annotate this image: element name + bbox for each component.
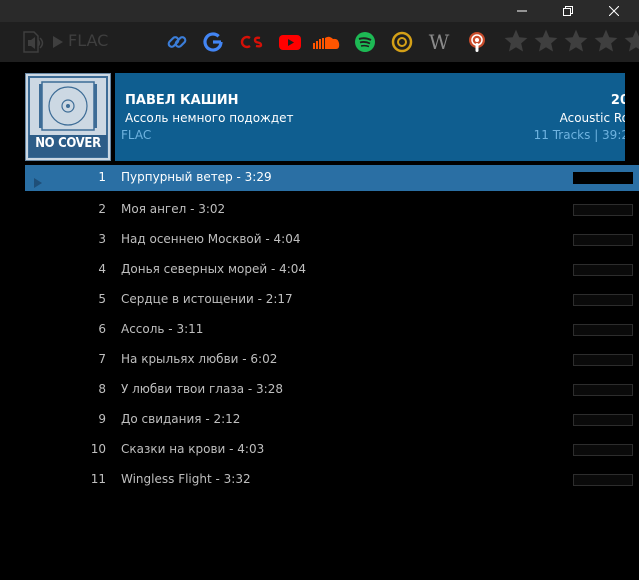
track-number: 2 bbox=[98, 202, 106, 216]
track-row[interactable]: 2 Моя ангел - 3:02 bbox=[25, 195, 639, 225]
play-icon bbox=[53, 36, 63, 48]
track-row[interactable]: 6 Ассоль - 3:11 bbox=[25, 315, 639, 345]
track-rating-bar[interactable] bbox=[573, 444, 633, 456]
album-info-clip: ПАВЕЛ КАШИН Ассоль немного подождет FLAC… bbox=[25, 73, 625, 161]
wikipedia-button[interactable]: W bbox=[424, 28, 452, 56]
star-icon[interactable] bbox=[593, 28, 619, 54]
track-title: Сказки на крови - 4:03 bbox=[121, 442, 265, 456]
artist-name: ПАВЕЛ КАШИН bbox=[125, 93, 239, 108]
soundcloud-button[interactable] bbox=[312, 28, 340, 56]
track-rating-bar[interactable] bbox=[573, 172, 633, 184]
track-rating-bar[interactable] bbox=[573, 414, 633, 426]
lastfm-icon bbox=[240, 35, 263, 49]
track-rating-bar[interactable] bbox=[573, 384, 633, 396]
track-number: 7 bbox=[98, 352, 106, 366]
track-number: 11 bbox=[90, 472, 106, 486]
track-row[interactable]: 9 До свидания - 2:12 bbox=[25, 405, 639, 435]
track-number: 9 bbox=[98, 412, 106, 426]
track-number: 5 bbox=[98, 292, 106, 306]
close-button[interactable] bbox=[591, 0, 637, 22]
track-row[interactable]: 10 Сказки на крови - 4:03 bbox=[25, 435, 639, 465]
track-number: 6 bbox=[98, 322, 106, 336]
track-row[interactable]: 8 У любви твои глаза - 3:28 bbox=[25, 375, 639, 405]
track-row[interactable]: 3 Над осеннею Москвой - 4:04 bbox=[25, 225, 639, 255]
close-icon bbox=[609, 6, 619, 16]
track-title: До свидания - 2:12 bbox=[121, 412, 241, 426]
track-title: Пурпурный ветер - 3:29 bbox=[121, 170, 272, 184]
star-icon[interactable] bbox=[623, 28, 639, 54]
wikipedia-icon: W bbox=[429, 30, 450, 54]
track-title: Донья северных морей - 4:04 bbox=[121, 262, 307, 276]
track-row[interactable]: 4 Донья северных морей - 4:04 bbox=[25, 255, 639, 285]
link-icon bbox=[167, 36, 187, 48]
google-icon bbox=[203, 32, 223, 52]
star-icon[interactable] bbox=[503, 28, 529, 54]
track-row[interactable]: 1 Пурпурный ветер - 3:29 bbox=[25, 165, 639, 191]
podcast-button[interactable] bbox=[463, 28, 491, 56]
track-rating-bar[interactable] bbox=[573, 204, 633, 216]
track-number: 1 bbox=[98, 170, 106, 184]
discogs-icon bbox=[391, 31, 413, 53]
soundcloud-icon bbox=[313, 36, 340, 49]
track-rating-bar[interactable] bbox=[573, 234, 633, 246]
track-title: На крыльях любви - 6:02 bbox=[121, 352, 278, 366]
track-title: Ассоль - 3:11 bbox=[121, 322, 204, 336]
track-number: 4 bbox=[98, 262, 106, 276]
track-rating-bar[interactable] bbox=[573, 294, 633, 306]
spotify-icon bbox=[355, 32, 375, 52]
track-rating-bar[interactable] bbox=[573, 474, 633, 486]
track-row[interactable]: 5 Сердце в истощении - 2:17 bbox=[25, 285, 639, 315]
track-title: У любви твои глаза - 3:28 bbox=[121, 382, 283, 396]
track-number: 10 bbox=[90, 442, 106, 456]
track-number: 8 bbox=[98, 382, 106, 396]
track-title: Моя ангел - 3:02 bbox=[121, 202, 226, 216]
podcast-icon bbox=[469, 32, 485, 52]
restore-icon bbox=[563, 6, 573, 16]
toolbar: FLAC W bbox=[0, 22, 639, 62]
spotify-button[interactable] bbox=[351, 28, 379, 56]
track-title: Сердце в истощении - 2:17 bbox=[121, 292, 293, 306]
svg-text:W: W bbox=[429, 30, 450, 54]
track-row[interactable]: 11 Wingless Flight - 3:32 bbox=[25, 465, 639, 495]
link-button[interactable] bbox=[163, 28, 191, 56]
album-title: Ассоль немного подождет bbox=[125, 111, 294, 125]
track-rating-bar[interactable] bbox=[573, 354, 633, 366]
format-label: FLAC bbox=[68, 31, 109, 50]
track-row[interactable]: 7 На крыльях любви - 6:02 bbox=[25, 345, 639, 375]
track-rating-bar[interactable] bbox=[573, 264, 633, 276]
star-icon[interactable] bbox=[563, 28, 589, 54]
youtube-button[interactable] bbox=[276, 28, 304, 56]
star-icon[interactable] bbox=[533, 28, 559, 54]
discogs-button[interactable] bbox=[388, 28, 416, 56]
track-title: Над осеннею Москвой - 4:04 bbox=[121, 232, 301, 246]
title-bar bbox=[0, 0, 639, 22]
album-tracks-info: 11 Tracks | 39:2 bbox=[533, 128, 625, 142]
track-list: 1 Пурпурный ветер - 3:29 2 Моя ангел - 3:02… bbox=[25, 163, 639, 495]
youtube-icon bbox=[279, 35, 301, 50]
track-rating-bar[interactable] bbox=[573, 324, 633, 336]
album-info: ПАВЕЛ КАШИН Ассоль немного подождет FLAC… bbox=[115, 73, 625, 161]
google-button[interactable] bbox=[199, 28, 227, 56]
album-year: 20 bbox=[610, 93, 625, 108]
minimize-button[interactable] bbox=[499, 0, 545, 22]
rating-stars[interactable] bbox=[503, 28, 639, 54]
lastfm-button[interactable] bbox=[238, 28, 266, 56]
track-number: 3 bbox=[98, 232, 106, 246]
minimize-icon bbox=[517, 10, 527, 12]
restore-button[interactable] bbox=[545, 0, 591, 22]
track-title: Wingless Flight - 3:32 bbox=[121, 472, 251, 486]
album-genre: Acoustic Ro bbox=[559, 111, 625, 125]
album-format: FLAC bbox=[121, 128, 152, 142]
